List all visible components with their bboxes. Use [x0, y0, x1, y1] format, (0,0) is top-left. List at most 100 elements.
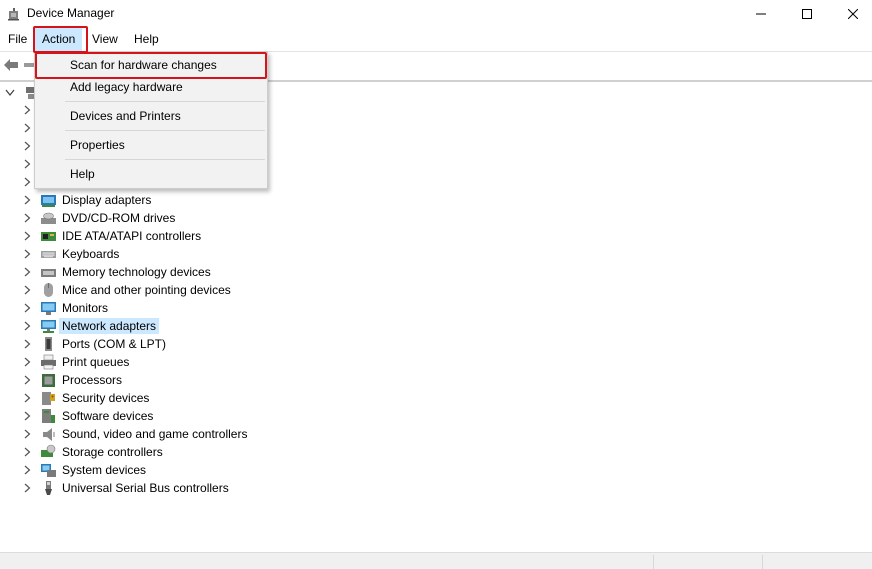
tree-item-label: IDE ATA/ATAPI controllers [62, 229, 202, 243]
minimize-icon [756, 13, 766, 15]
menu-file[interactable]: File [1, 28, 34, 51]
tree-item-label: Network adapters [59, 318, 160, 334]
device-manager-icon [8, 8, 19, 21]
chevron-right-icon[interactable] [24, 447, 31, 457]
chevron-right-icon[interactable] [24, 483, 31, 493]
menu-item-label: Help [70, 167, 95, 181]
tree-item-label: Security devices [62, 391, 150, 405]
menu-item-add-legacy-hardware[interactable]: Add legacy hardware [37, 76, 265, 98]
chevron-right-icon[interactable] [24, 249, 31, 259]
minimize-button[interactable] [738, 0, 784, 28]
tree-item-label: Keyboards [62, 247, 120, 261]
tree-item-ide-ata-atapi-controllers[interactable]: IDE ATA/ATAPI controllers [0, 227, 300, 245]
system-device-icon [41, 464, 56, 477]
menu-separator [65, 130, 265, 131]
chevron-right-icon[interactable] [24, 195, 31, 205]
chevron-right-icon[interactable] [24, 159, 31, 169]
tree-item-print-queues[interactable]: Print queues [0, 353, 300, 371]
tree-item-label: Ports (COM & LPT) [62, 337, 167, 351]
chevron-right-icon[interactable] [24, 285, 31, 295]
network-adapter-icon [41, 320, 56, 333]
mouse-icon [44, 283, 53, 297]
chevron-right-icon[interactable] [24, 357, 31, 367]
tree-item-storage-controllers[interactable]: Storage controllers [0, 443, 300, 461]
status-divider [653, 555, 654, 569]
tree-item-ports-com-lpt[interactable]: Ports (COM & LPT) [0, 335, 300, 353]
menu-item-properties[interactable]: Properties [37, 134, 265, 156]
chevron-down-icon[interactable] [5, 89, 15, 97]
chevron-right-icon[interactable] [24, 141, 31, 151]
status-divider [762, 555, 763, 569]
menu-item-label: Add legacy hardware [70, 80, 183, 94]
tree-item-label: Display adapters [62, 193, 152, 207]
tree-item-processors[interactable]: Processors [0, 371, 300, 389]
printer-icon [41, 354, 56, 370]
menu-item-label: Properties [70, 138, 125, 152]
tree-item-monitors[interactable]: Monitors [0, 299, 300, 317]
software-device-icon [42, 409, 55, 423]
action-dropdown-menu: Scan for hardware changes Add legacy har… [34, 51, 268, 189]
window-title: Device Manager [27, 6, 115, 20]
close-button[interactable] [830, 0, 872, 28]
tree-item-keyboards[interactable]: Keyboards [0, 245, 300, 263]
tree-item-label: Monitors [62, 301, 109, 315]
menu-separator [65, 101, 265, 102]
storage-controller-icon [41, 444, 56, 457]
tree-item-label: Software devices [62, 409, 154, 423]
tree-item-software-devices[interactable]: Software devices [0, 407, 300, 425]
maximize-button[interactable] [784, 0, 830, 28]
menu-action[interactable]: Action [35, 28, 83, 51]
tree-item-mice-and-other-pointing-devices[interactable]: Mice and other pointing devices [0, 281, 300, 299]
menu-help[interactable]: Help [127, 28, 166, 51]
tree-item-sound-video-and-game-controllers[interactable]: Sound, video and game controllers [0, 425, 300, 443]
dvd-drive-icon [41, 212, 56, 224]
tree-item-universal-serial-bus-controllers[interactable]: Universal Serial Bus controllers [0, 479, 300, 497]
back-arrow-icon[interactable] [3, 58, 19, 72]
tree-item-label: Print queues [62, 355, 130, 369]
port-icon [45, 337, 52, 351]
speaker-icon [43, 428, 55, 441]
menu-bar: File Action View Help [0, 28, 872, 51]
chevron-right-icon[interactable] [24, 177, 31, 187]
maximize-icon [802, 9, 812, 19]
menu-view[interactable]: View [85, 28, 125, 51]
title-bar: Device Manager [0, 0, 872, 28]
tree-item-security-devices[interactable]: Security devices [0, 389, 300, 407]
processor-icon [42, 374, 55, 387]
tree-item-dvd-cd-rom-drives[interactable]: DVD/CD-ROM drives [0, 209, 300, 227]
display-adapter-icon [41, 195, 56, 207]
chevron-right-icon[interactable] [24, 429, 31, 439]
tree-item-memory-technology-devices[interactable]: Memory technology devices [0, 263, 300, 281]
tree-item-label: Processors [62, 373, 123, 387]
menu-separator [65, 159, 265, 160]
chevron-right-icon[interactable] [24, 393, 31, 403]
menu-item-label: Devices and Printers [70, 109, 181, 123]
ide-controller-icon [41, 232, 56, 241]
tree-item-network-adapters[interactable]: Network adapters [0, 317, 300, 335]
chevron-right-icon[interactable] [24, 465, 31, 475]
chevron-right-icon[interactable] [24, 105, 31, 115]
chevron-right-icon[interactable] [24, 321, 31, 331]
menu-item-scan-for-hardware-changes[interactable]: Scan for hardware changes [37, 54, 265, 76]
chevron-right-icon[interactable] [24, 339, 31, 349]
tree-item-system-devices[interactable]: System devices [0, 461, 300, 479]
menu-item-devices-and-printers[interactable]: Devices and Printers [37, 105, 265, 127]
tree-item-display-adapters[interactable]: Display adapters [0, 191, 300, 209]
tree-item-label: System devices [62, 463, 147, 477]
status-bar [0, 552, 872, 569]
chevron-right-icon[interactable] [24, 267, 31, 277]
keyboard-icon [41, 251, 56, 258]
monitor-icon [41, 302, 56, 315]
chevron-right-icon[interactable] [24, 375, 31, 385]
chevron-right-icon[interactable] [24, 231, 31, 241]
forward-arrow-icon[interactable] [24, 60, 34, 70]
chevron-right-icon[interactable] [24, 123, 31, 133]
tree-item-label: DVD/CD-ROM drives [62, 211, 176, 225]
close-icon [848, 9, 858, 19]
tree-item-label: Storage controllers [62, 445, 163, 459]
menu-item-help[interactable]: Help [37, 163, 265, 185]
tree-item-label: Universal Serial Bus controllers [62, 481, 229, 495]
chevron-right-icon[interactable] [24, 213, 31, 223]
chevron-right-icon[interactable] [24, 411, 31, 421]
chevron-right-icon[interactable] [24, 303, 31, 313]
